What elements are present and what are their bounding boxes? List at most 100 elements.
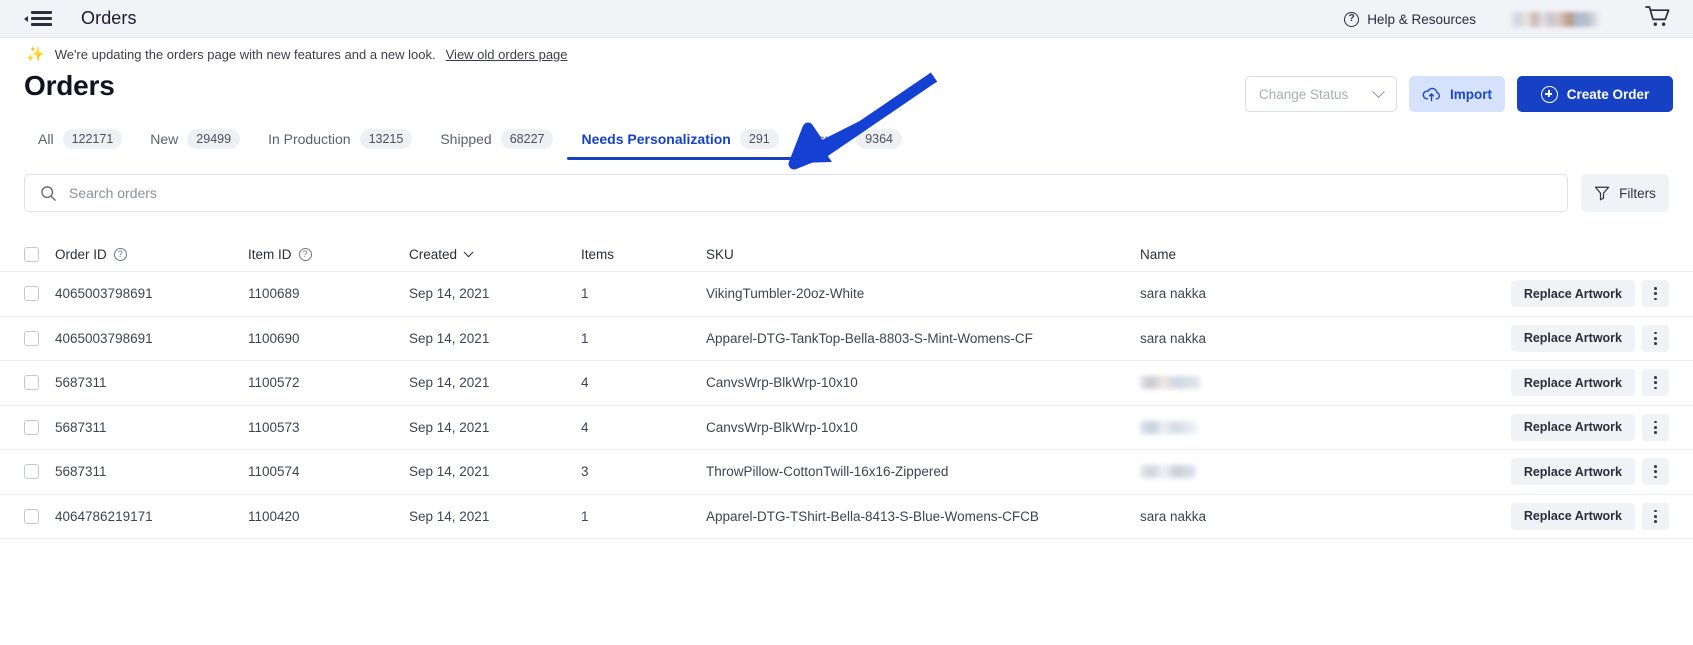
order-id-value: 5687311 (55, 420, 107, 435)
cell-order-id[interactable]: 4065003798691 (55, 331, 248, 346)
row-checkbox[interactable] (24, 286, 39, 301)
row-checkbox[interactable] (24, 331, 39, 346)
column-header-order-id[interactable]: Order ID ? (55, 247, 248, 262)
column-header-item-id[interactable]: Item ID ? (248, 247, 409, 262)
table-row[interactable]: 40647862191711100420Sep 14, 20211Apparel… (0, 495, 1693, 540)
created-value: Sep 14, 2021 (409, 331, 489, 346)
page-title: Orders (24, 70, 115, 102)
sku-value: CanvsWrp-BlkWrp-10x10 (706, 420, 858, 435)
column-label-sku: SKU (706, 247, 734, 262)
search-input[interactable] (69, 185, 1552, 201)
replace-artwork-button[interactable]: Replace Artwork (1511, 414, 1635, 441)
cell-name-wrap: sara nakka (1140, 509, 1388, 524)
create-order-button[interactable]: Create Order (1517, 76, 1673, 112)
cell-name-wrap (1140, 376, 1388, 389)
item-id-help-icon[interactable]: ? (299, 248, 312, 261)
table-header-row: Order ID ? Item ID ? Created Items SKU N… (0, 238, 1693, 272)
row-more-options-icon[interactable] (1642, 325, 1669, 352)
page-header-actions: Change Status Import Create Order (1245, 76, 1673, 112)
table-row[interactable]: 40650037986911100690Sep 14, 20211Apparel… (0, 317, 1693, 362)
question-circle-icon: ? (1344, 12, 1359, 27)
row-checkbox[interactable] (24, 464, 39, 479)
order-id-value: 4065003798691 (55, 331, 153, 346)
cell-order-id[interactable]: 4065003798691 (55, 286, 248, 301)
sparkle-icon: ✨ (26, 45, 45, 63)
tab-issues[interactable]: Issues9364 (793, 129, 916, 160)
cell-order-id[interactable]: 5687311 (55, 420, 248, 435)
table-row[interactable]: 40650037986911100689Sep 14, 20211VikingT… (0, 272, 1693, 317)
tab-in-production[interactable]: In Production13215 (254, 129, 426, 160)
cell-name-wrap: sara nakka (1140, 331, 1388, 346)
chevron-down-icon (1372, 85, 1385, 98)
change-status-dropdown[interactable]: Change Status (1245, 76, 1397, 112)
cell-actions: Replace Artwork (1388, 325, 1669, 352)
sort-chevron-down-icon (464, 247, 474, 257)
column-header-name[interactable]: Name (1140, 247, 1388, 262)
cell-item-id: 1100689 (248, 286, 409, 301)
row-more-options-icon[interactable] (1642, 503, 1669, 530)
tab-needs-personalization[interactable]: Needs Personalization291 (567, 129, 792, 160)
item-id-value: 1100573 (248, 420, 300, 435)
replace-artwork-button[interactable]: Replace Artwork (1511, 503, 1635, 530)
created-value: Sep 14, 2021 (409, 464, 489, 479)
cell-order-id[interactable]: 5687311 (55, 375, 248, 390)
replace-artwork-button[interactable]: Replace Artwork (1511, 325, 1635, 352)
table-row[interactable]: 56873111100572Sep 14, 20214CanvsWrp-BlkW… (0, 361, 1693, 406)
tab-all[interactable]: All122171 (24, 129, 136, 160)
cell-item-id: 1100572 (248, 375, 409, 390)
cell-name-wrap: sara nakka (1140, 286, 1388, 301)
row-select-cell (24, 509, 55, 524)
row-more-options-icon[interactable] (1642, 414, 1669, 441)
replace-artwork-button[interactable]: Replace Artwork (1511, 369, 1635, 396)
row-checkbox[interactable] (24, 375, 39, 390)
shopping-cart-icon[interactable] (1645, 5, 1671, 34)
cell-created: Sep 14, 2021 (409, 331, 581, 346)
row-more-options-icon[interactable] (1642, 458, 1669, 485)
sku-value: VikingTumbler-20oz-White (706, 286, 864, 301)
row-more-options-icon[interactable] (1642, 280, 1669, 307)
funnel-icon (1594, 185, 1610, 201)
view-old-orders-page-link[interactable]: View old orders page (446, 47, 568, 62)
row-more-options-icon[interactable] (1642, 369, 1669, 396)
replace-artwork-label: Replace Artwork (1524, 376, 1622, 390)
row-checkbox[interactable] (24, 420, 39, 435)
help-and-resources-label: Help & Resources (1367, 12, 1476, 27)
row-checkbox[interactable] (24, 509, 39, 524)
filters-button[interactable]: Filters (1581, 174, 1669, 212)
table-row[interactable]: 56873111100573Sep 14, 20214CanvsWrp-BlkW… (0, 406, 1693, 451)
items-value: 1 (581, 286, 589, 301)
hamburger-collapse-icon[interactable] (24, 11, 52, 26)
replace-artwork-button[interactable]: Replace Artwork (1511, 280, 1635, 307)
avatar[interactable] (1511, 12, 1599, 27)
menu-lines-icon (31, 11, 52, 26)
order-id-help-icon[interactable]: ? (114, 248, 127, 261)
select-all-checkbox[interactable] (24, 247, 39, 262)
sku-value: Apparel-DTG-TShirt-Bella-8413-S-Blue-Wom… (706, 509, 1039, 524)
column-header-created[interactable]: Created (409, 247, 581, 262)
help-and-resources-button[interactable]: ? Help & Resources (1344, 12, 1476, 27)
sku-value: CanvsWrp-BlkWrp-10x10 (706, 375, 858, 390)
cell-name: sara nakka (1140, 331, 1206, 346)
tab-label: Issues (807, 131, 847, 147)
cell-sku: VikingTumbler-20oz-White (706, 286, 1140, 301)
tab-label: All (38, 131, 54, 147)
create-order-label: Create Order (1567, 87, 1650, 102)
cell-sku: Apparel-DTG-TankTop-Bella-8803-S-Mint-Wo… (706, 331, 1140, 346)
tab-label: In Production (268, 131, 351, 147)
column-label-item-id: Item ID (248, 247, 292, 262)
sku-value: Apparel-DTG-TankTop-Bella-8803-S-Mint-Wo… (706, 331, 1033, 346)
order-status-tabs: All122171New29499In Production13215Shipp… (0, 122, 1693, 160)
table-row[interactable]: 56873111100574Sep 14, 20213ThrowPillow-C… (0, 450, 1693, 495)
replace-artwork-button[interactable]: Replace Artwork (1511, 458, 1635, 485)
search-box[interactable] (24, 174, 1568, 212)
row-select-cell (24, 375, 55, 390)
tab-new[interactable]: New29499 (136, 129, 254, 160)
import-button[interactable]: Import (1409, 76, 1505, 112)
column-header-items[interactable]: Items (581, 247, 706, 262)
tab-shipped[interactable]: Shipped68227 (426, 129, 567, 160)
column-header-sku[interactable]: SKU (706, 247, 1140, 262)
cell-order-id[interactable]: 5687311 (55, 464, 248, 479)
cell-order-id[interactable]: 4064786219171 (55, 509, 248, 524)
cell-items: 1 (581, 331, 706, 346)
cell-item-id: 1100574 (248, 464, 409, 479)
